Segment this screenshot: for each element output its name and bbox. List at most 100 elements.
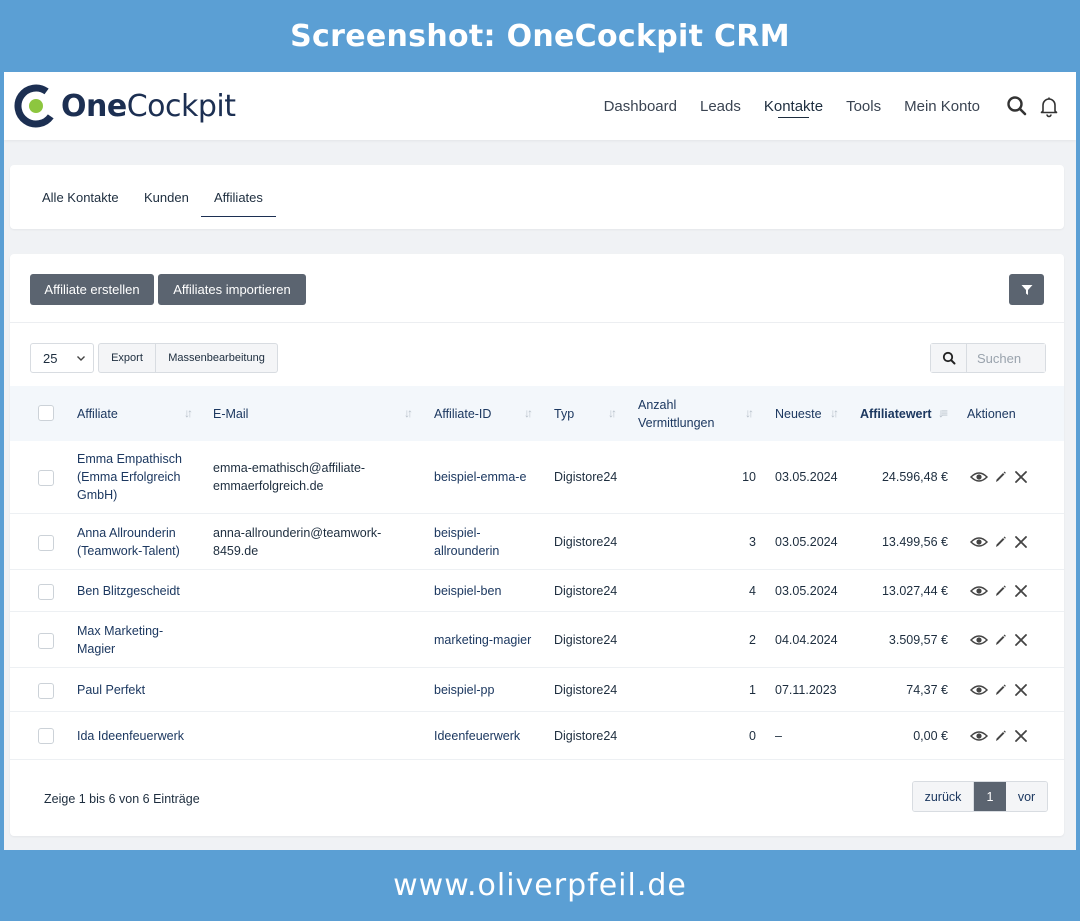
main-menu: Dashboard Leads Kontakte Tools Mein Kont…	[581, 72, 980, 140]
eye-icon[interactable]	[968, 582, 989, 600]
affiliate-wert: 13.027,44 €	[881, 583, 948, 598]
affiliate-wert: 74,37 €	[906, 682, 948, 697]
tab-affiliates[interactable]: Affiliates	[201, 165, 276, 229]
affiliate-anzahl: 2	[749, 632, 756, 647]
banner-footer: www.oliverpfeil.de	[393, 868, 687, 903]
affiliate-wert: 3.509,57 €	[888, 632, 948, 647]
affiliate-name-link[interactable]: Ida Ideenfeuerwerk	[77, 712, 202, 759]
sort-affiliatewert-icon[interactable]: ↓≡	[938, 406, 948, 420]
page-size-value: 25	[43, 350, 58, 366]
eye-icon[interactable]	[968, 681, 989, 699]
affiliates-table-card: Affiliate erstellen Affiliates importier…	[10, 254, 1064, 836]
close-icon[interactable]	[1010, 681, 1031, 699]
nav-item-mein-konto[interactable]: Mein Konto	[904, 72, 980, 140]
select-all-checkbox[interactable]	[38, 405, 54, 421]
column-header-affiliatewert[interactable]: Affiliatewert	[860, 386, 932, 441]
row-checkbox[interactable]	[38, 470, 54, 486]
sort-affiliate-id-icon[interactable]: ↓↑	[524, 406, 533, 420]
pagination-prev-button[interactable]: zurück	[913, 782, 974, 811]
eye-icon[interactable]	[968, 631, 989, 649]
app-window: OneCockpit Dashboard Leads Kontakte Tool…	[4, 72, 1076, 850]
affiliate-typ: Digistore24	[554, 728, 618, 743]
sort-affiliate-icon[interactable]: ↓↑	[184, 406, 193, 420]
close-icon[interactable]	[1010, 468, 1031, 486]
nav-item-kontakte[interactable]: Kontakte	[764, 72, 823, 140]
column-header-anzahl[interactable]: Anzahl Vermittlungen	[638, 386, 714, 441]
affiliate-neueste: 03.05.2024	[775, 470, 838, 484]
affiliate-wert: 24.596,48 €	[881, 470, 948, 484]
column-header-typ[interactable]: Typ	[554, 386, 574, 441]
search-icon	[942, 351, 955, 365]
affiliate-name-link[interactable]: Anna Allrounderin (Teamwork-Talent)	[77, 514, 202, 569]
filter-button[interactable]	[1009, 274, 1044, 305]
tab-alle-kontakte[interactable]: Alle Kontakte	[42, 165, 119, 229]
table-row: Max Marketing-Magier marketing-magier Di…	[10, 612, 1064, 668]
column-header-affiliate[interactable]: Affiliate	[77, 386, 118, 441]
logo[interactable]: OneCockpit	[13, 78, 236, 134]
affiliate-email	[213, 570, 403, 611]
eye-icon[interactable]	[968, 727, 989, 745]
close-icon[interactable]	[1010, 582, 1031, 600]
column-header-email[interactable]: E-Mail	[213, 386, 248, 441]
nav-item-dashboard[interactable]: Dashboard	[604, 72, 677, 140]
sort-typ-icon[interactable]: ↓↑	[608, 406, 617, 420]
row-actions	[968, 612, 1031, 667]
toolbar-divider	[10, 322, 1064, 323]
affiliate-name-link[interactable]: Emma Empathisch (Emma Erfolgreich GmbH)	[77, 441, 202, 513]
pagination-page-1[interactable]: 1	[974, 782, 1006, 811]
pencil-icon[interactable]	[989, 533, 1010, 551]
row-checkbox[interactable]	[38, 584, 54, 600]
row-checkbox[interactable]	[38, 728, 54, 744]
affiliate-name-link[interactable]: Ben Blitzgescheidt	[77, 570, 202, 611]
pencil-icon[interactable]	[989, 468, 1010, 486]
nav-item-tools[interactable]: Tools	[846, 72, 881, 140]
pencil-icon[interactable]	[989, 582, 1010, 600]
table-row: Ida Ideenfeuerwerk Ideenfeuerwerk Digist…	[10, 712, 1064, 760]
affiliate-id: beispiel-pp	[434, 682, 495, 697]
bell-icon[interactable]	[1037, 94, 1061, 118]
logo-wordmark-bold: One	[61, 88, 127, 124]
pagination: zurück 1 vor	[912, 781, 1048, 812]
entries-info: Zeige 1 bis 6 von 6 Einträge	[44, 792, 200, 806]
close-icon[interactable]	[1010, 631, 1031, 649]
row-checkbox[interactable]	[38, 535, 54, 551]
row-checkbox[interactable]	[38, 683, 54, 699]
create-affiliate-button[interactable]: Affiliate erstellen	[30, 274, 154, 305]
table-row: Paul Perfekt beispiel-pp Digistore24 1 0…	[10, 668, 1064, 712]
contact-tabs-card: Alle Kontakte Kunden Affiliates	[10, 165, 1064, 229]
row-actions	[968, 668, 1031, 711]
table-row: Emma Empathisch (Emma Erfolgreich GmbH) …	[10, 441, 1064, 514]
search-icon[interactable]	[1005, 94, 1029, 118]
eye-icon[interactable]	[968, 533, 989, 551]
close-icon[interactable]	[1010, 533, 1031, 551]
affiliate-id: marketing-magier	[434, 632, 532, 647]
pencil-icon[interactable]	[989, 681, 1010, 699]
column-header-affiliate-id[interactable]: Affiliate-ID	[434, 386, 491, 441]
row-actions	[968, 712, 1031, 759]
affiliate-anzahl: 4	[749, 583, 756, 598]
sort-anzahl-icon[interactable]: ↓↑	[745, 406, 754, 420]
sort-email-icon[interactable]: ↓↑	[404, 406, 413, 420]
pagination-next-button[interactable]: vor	[1006, 782, 1047, 811]
export-button[interactable]: Export	[98, 343, 156, 373]
tab-kunden[interactable]: Kunden	[144, 165, 189, 229]
pencil-icon[interactable]	[989, 727, 1010, 745]
page-size-select[interactable]: 25	[30, 343, 94, 373]
row-checkbox[interactable]	[38, 633, 54, 649]
close-icon[interactable]	[1010, 727, 1031, 745]
affiliate-name-link[interactable]: Paul Perfekt	[77, 668, 202, 711]
search-input[interactable]	[967, 344, 1045, 372]
affiliate-typ: Digistore24	[554, 583, 618, 598]
eye-icon[interactable]	[968, 468, 989, 486]
logo-wordmark-regular: Cockpit	[126, 88, 236, 124]
affiliate-name-link[interactable]: Max Marketing-Magier	[77, 612, 177, 667]
pencil-icon[interactable]	[989, 631, 1010, 649]
table-search-button[interactable]	[931, 344, 967, 372]
affiliate-typ: Digistore24	[554, 534, 618, 549]
nav-item-leads[interactable]: Leads	[700, 72, 741, 140]
import-affiliates-button[interactable]: Affiliates importieren	[158, 274, 306, 305]
bulk-edit-button[interactable]: Massenbearbeitung	[155, 343, 278, 373]
affiliate-neueste: 07.11.2023	[775, 682, 837, 697]
sort-neueste-icon[interactable]: ↓↑	[830, 406, 839, 420]
column-header-neueste[interactable]: Neueste	[775, 386, 822, 441]
